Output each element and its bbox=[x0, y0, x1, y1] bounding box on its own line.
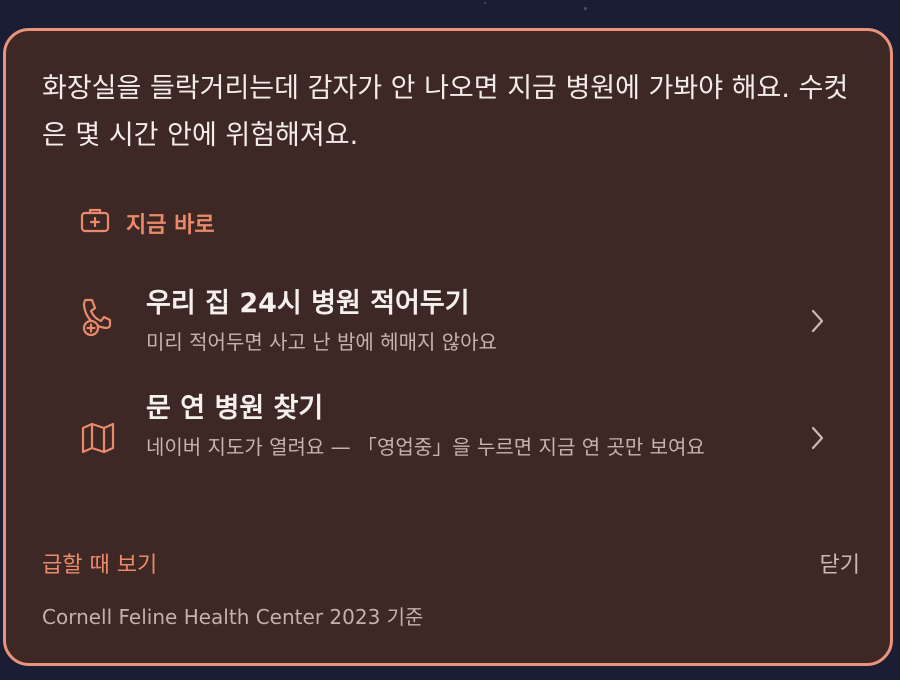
background-star bbox=[484, 2, 486, 4]
emergency-guide-link[interactable]: 급할 때 보기 bbox=[42, 547, 157, 579]
find-open-hospital-row[interactable]: 문 연 병원 찾기 네이버 지도가 열려요 — 「영업중」을 누르면 지금 연 … bbox=[80, 386, 840, 496]
source-citation: Cornell Feline Health Center 2023 기준 bbox=[42, 605, 424, 629]
map-icon bbox=[80, 422, 116, 458]
section-label: 지금 바로 bbox=[80, 207, 215, 239]
row-subtitle: 미리 적어두면 사고 난 밤에 헤매지 않아요 bbox=[146, 330, 497, 354]
save-24h-hospital-row[interactable]: 우리 집 24시 병원 적어두기 미리 적어두면 사고 난 밤에 헤매지 않아요 bbox=[80, 281, 840, 361]
phone-add-icon bbox=[80, 297, 116, 341]
card-headline: 화장실을 들락거리는데 감자가 안 나오면 지금 병원에 가봐야 해요. 수컷은… bbox=[42, 73, 849, 151]
chevron-right-icon bbox=[808, 424, 826, 456]
row-title: 우리 집 24시 병원 적어두기 bbox=[146, 288, 470, 319]
chevron-right-icon bbox=[808, 307, 826, 339]
advice-card: 화장실을 들락거리는데 감자가 안 나오면 지금 병원에 가봐야 해요. 수컷은… bbox=[3, 28, 893, 666]
close-button[interactable]: 닫기 bbox=[820, 547, 860, 579]
row-title: 문 연 병원 찾기 bbox=[146, 393, 324, 424]
row-subtitle: 네이버 지도가 열려요 — 「영업중」을 누르면 지금 연 곳만 보여요 bbox=[146, 435, 705, 459]
section-label-text: 지금 바로 bbox=[126, 213, 215, 238]
first-aid-kit-icon bbox=[80, 207, 110, 239]
background-star bbox=[584, 7, 587, 10]
